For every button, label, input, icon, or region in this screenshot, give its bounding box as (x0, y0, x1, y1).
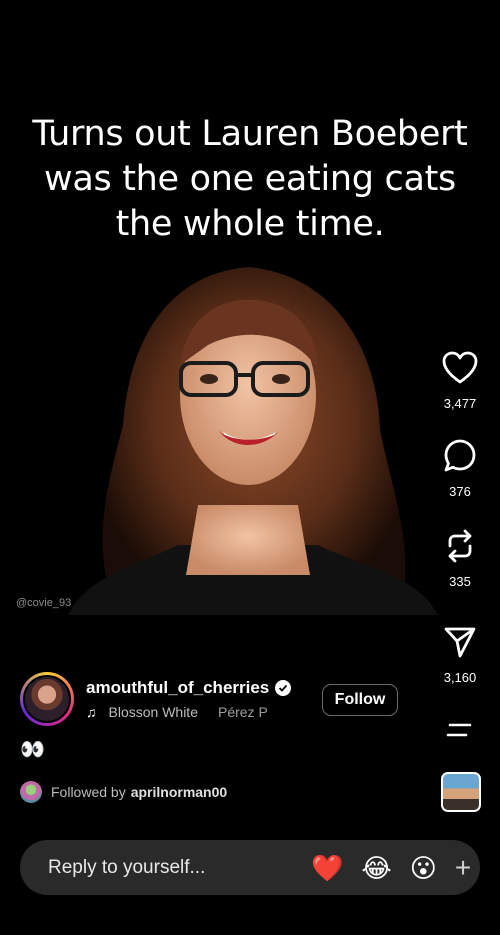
more-menu-icon[interactable] (444, 720, 474, 740)
author-username[interactable]: amouthful_of_cherries (86, 678, 269, 698)
share-count: 3,160 (443, 670, 477, 685)
follow-button[interactable]: Follow (322, 684, 398, 716)
followed-by[interactable]: Followed by aprilnorman00 (20, 781, 227, 803)
author-block: amouthful_of_cherries ♫ Blosson White Pé… (20, 672, 292, 726)
caption-line-3: the whole time. (115, 204, 385, 244)
reply-input[interactable] (48, 856, 293, 879)
heart-icon[interactable] (440, 348, 480, 388)
comment-count: 376 (449, 484, 471, 499)
caption-line-1: Turns out Lauren Boebert (32, 114, 468, 154)
music-track: Blosson White (108, 704, 198, 720)
music-artist: Pérez P (217, 704, 268, 720)
react-heart[interactable]: ❤️ (311, 853, 343, 883)
post-text: 👀 (20, 739, 45, 761)
share-action[interactable]: 3,160 (430, 622, 490, 685)
followed-by-user: aprilnorman00 (130, 784, 228, 800)
reply-bar: ❤️ 😂 😮 + (20, 840, 480, 895)
add-reaction-button[interactable]: + (455, 852, 471, 884)
like-action[interactable]: 3,477 (430, 348, 490, 411)
music-info[interactable]: ♫ Blosson White Pérez P (86, 704, 286, 720)
followed-by-prefix: Followed by (51, 784, 126, 800)
audio-thumbnail[interactable] (441, 772, 481, 812)
post-caption: Turns out Lauren Boebert was the one eat… (20, 112, 480, 247)
comment-action[interactable]: 376 (430, 436, 490, 499)
repost-count: 335 (449, 574, 471, 589)
comment-icon[interactable] (440, 436, 480, 476)
repost-icon[interactable] (440, 526, 480, 566)
author-avatar[interactable] (20, 672, 74, 726)
music-note-icon: ♫ (86, 704, 97, 720)
repost-action[interactable]: 335 (430, 526, 490, 589)
react-laugh[interactable]: 😂 (361, 853, 391, 883)
photo-watermark: @covie_93 (16, 597, 72, 609)
like-count: 3,477 (443, 396, 477, 411)
post-photo[interactable] (48, 245, 452, 615)
react-wow[interactable]: 😮 (410, 853, 437, 883)
send-icon[interactable] (440, 622, 480, 662)
caption-line-2: was the one eating cats (44, 159, 456, 199)
verified-icon (275, 680, 292, 696)
follower-avatar (20, 781, 42, 803)
